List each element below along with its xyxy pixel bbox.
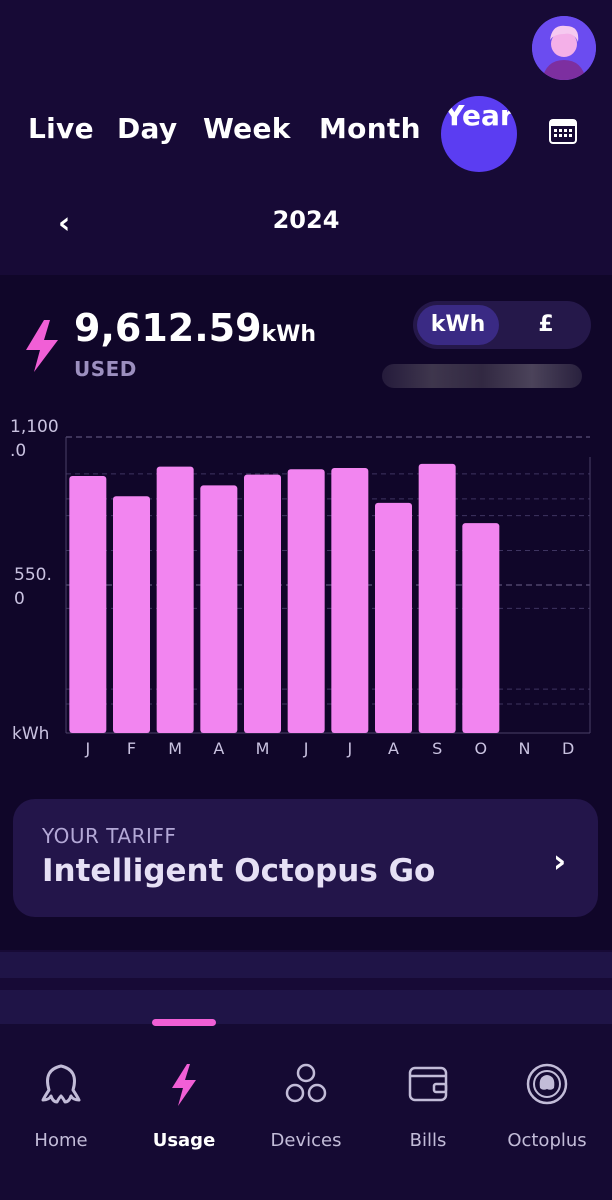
x-tick-label: J — [84, 739, 90, 758]
nav-label-home: Home — [34, 1130, 88, 1151]
x-tick-label: A — [388, 739, 399, 758]
chart-x-labels: JFMAMJJASOND — [84, 739, 574, 758]
nav-active-indicator — [152, 1019, 216, 1026]
usage-caption: USED — [74, 357, 137, 381]
lightning-icon — [172, 1064, 196, 1106]
period-label: 2024 — [272, 206, 340, 234]
nav-devices[interactable]: Devices — [245, 1060, 367, 1152]
x-tick-label: O — [475, 739, 488, 758]
octopus-icon — [41, 1064, 81, 1104]
chart-y-labels: 1,100.0 550. 0 kWh — [10, 417, 59, 744]
x-tick-label: M — [168, 739, 182, 758]
total-usage: 9,612.59kWh — [74, 306, 316, 350]
x-tick-label: F — [127, 739, 136, 758]
x-tick-label: J — [303, 739, 309, 758]
chart-bar — [113, 496, 150, 733]
chart-bar — [244, 474, 281, 733]
chart-bar — [69, 476, 107, 733]
tariff-label: YOUR TARIFF — [42, 824, 177, 848]
x-tick-label: N — [519, 739, 531, 758]
unit-toggle-pound[interactable]: £ — [505, 305, 587, 345]
tab-week[interactable]: Week — [203, 112, 291, 145]
section-divider — [0, 952, 612, 978]
x-tick-label: D — [562, 739, 574, 758]
tariff-name: Intelligent Octopus Go — [42, 853, 436, 889]
chart-bar — [331, 467, 369, 733]
total-unit: kWh — [261, 322, 317, 347]
nav-home[interactable]: Home — [0, 1060, 122, 1152]
nav-label-bills: Bills — [409, 1130, 447, 1151]
octoplus-icon — [526, 1063, 568, 1105]
chevron-right-icon[interactable]: › — [553, 842, 566, 880]
wallet-icon — [408, 1066, 448, 1102]
chart-bar — [375, 502, 412, 733]
avatar-icon — [532, 16, 596, 80]
y-tick-label: 550. 0 — [14, 565, 52, 609]
chart-bar — [156, 466, 194, 733]
nav-bills[interactable]: Bills — [367, 1060, 489, 1152]
avatar[interactable] — [532, 16, 596, 80]
tab-live[interactable]: Live — [28, 112, 94, 145]
tab-year[interactable]: Year — [441, 96, 517, 172]
x-tick-label: M — [256, 739, 270, 758]
total-value: 9,612.59 — [74, 306, 262, 350]
chart-bar — [200, 485, 238, 733]
nav-octoplus[interactable]: Octoplus — [486, 1060, 608, 1152]
chart-bar — [287, 469, 325, 733]
lightning-icon — [22, 318, 62, 374]
section-divider — [0, 990, 612, 1024]
chart-bar — [418, 463, 456, 733]
x-tick-label: A — [213, 739, 224, 758]
chart-bar — [462, 523, 500, 733]
unit-toggle-kwh[interactable]: kWh — [417, 305, 499, 345]
y-tick-label: kWh — [12, 724, 49, 744]
usage-chart: J F M A M J J A S O N D 1,100.0 550. 0 kWh — [10, 417, 591, 758]
chart-bars — [69, 463, 500, 733]
devices-icon — [285, 1063, 327, 1103]
x-tick-label: J — [346, 739, 352, 758]
nav-label-usage: Usage — [152, 1130, 216, 1151]
tab-day[interactable]: Day — [117, 112, 177, 145]
nav-label-devices: Devices — [270, 1130, 342, 1151]
redacted-text — [382, 364, 582, 388]
x-tick-label: S — [432, 739, 442, 758]
nav-label-octoplus: Octoplus — [507, 1130, 587, 1151]
nav-usage[interactable]: Usage — [123, 1060, 245, 1152]
chevron-left-icon[interactable]: ‹ — [58, 206, 70, 241]
tab-month[interactable]: Month — [319, 112, 421, 145]
calendar-icon[interactable] — [549, 118, 577, 144]
y-tick-label: 1,100.0 — [10, 417, 59, 461]
